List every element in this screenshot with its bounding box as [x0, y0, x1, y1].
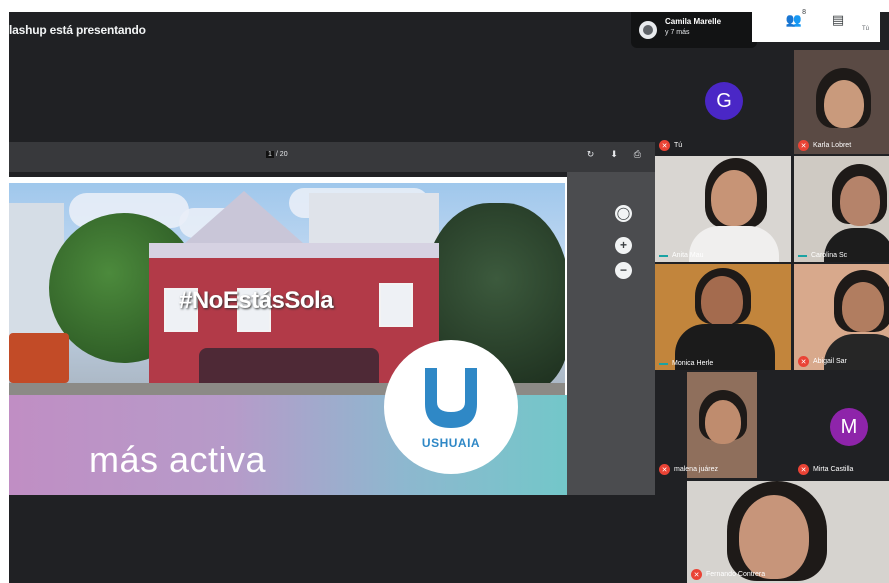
participant-tile[interactable]: ✕ Karla Lobret [794, 50, 889, 154]
zoom-out-icon[interactable]: − [615, 262, 632, 279]
presentation-area: 1/ 20 ↻ ⬇ ⎙ #NoEstásSola más activa USHU… [9, 50, 655, 583]
participant-tile[interactable]: ✕ malena juárez [655, 372, 791, 478]
participant-name: Tú [674, 142, 683, 149]
page-indicator: 1/ 20 [266, 151, 288, 158]
participant-name: Karla Lobret [813, 142, 852, 149]
participant-avatar: M [830, 408, 868, 446]
presenter-chip-sub: y 7 más [665, 29, 690, 36]
rotate-icon[interactable]: ↻ [587, 149, 595, 160]
speaking-icon [659, 362, 668, 365]
participant-tile[interactable]: Carolina Sc [794, 156, 889, 262]
viewer-side-panel: ◯ + − [567, 172, 655, 495]
presenter-avatar [639, 21, 657, 39]
participant-name: Mirta Castilla [813, 466, 854, 473]
presenter-chip-name: Camila Marelle [665, 17, 722, 26]
participant-tile[interactable]: ✕ Fernando Contrera [687, 481, 889, 583]
participant-name: Abigail Sar [813, 358, 847, 365]
participant-name: malena juárez [674, 466, 718, 473]
participant-tile[interactable]: ✕ Abigail Sar [794, 264, 889, 370]
ushuaia-logo: USHUAIA [384, 340, 518, 474]
participant-tile-you[interactable]: G ✕ Tú [655, 50, 791, 154]
speaking-icon [798, 254, 807, 257]
presentation-slide: #NoEstásSola más activa USHUAIA [9, 177, 567, 495]
chat-icon[interactable]: ▤ [824, 6, 852, 34]
mic-off-icon: ✕ [691, 569, 702, 580]
logo-text: USHUAIA [421, 436, 481, 450]
slide-hashtag: #NoEstásSola [179, 287, 334, 314]
participant-name: Monica Herle [672, 360, 714, 367]
meet-window: lashup está presentando Camila Marelle y… [9, 12, 889, 583]
fit-page-icon[interactable]: ◯ [615, 205, 632, 222]
participant-tile[interactable]: M ✕ Mirta Castilla [794, 372, 889, 478]
participant-avatar: G [705, 82, 743, 120]
participant-tile[interactable]: Anita Mau [655, 156, 791, 262]
people-icon[interactable]: 👥 8 [780, 6, 808, 34]
participant-name: Carolina Sc [811, 252, 848, 259]
mic-off-icon: ✕ [659, 140, 670, 151]
presenter-chip[interactable]: Camila Marelle y 7 más [631, 12, 757, 48]
self-label: Tú [862, 26, 870, 32]
top-right-controls: 👥 8 ▤ Tú [752, 0, 880, 42]
print-icon[interactable]: ⎙ [634, 149, 641, 160]
speaking-icon [659, 254, 668, 257]
participant-tile[interactable]: Monica Herle [655, 264, 791, 370]
slide-banner-text: más activa [89, 439, 267, 480]
viewer-toolbar: 1/ 20 ↻ ⬇ ⎙ [9, 142, 655, 172]
participant-name: Anita Mau [672, 252, 704, 259]
presenting-label: lashup está presentando [9, 23, 146, 37]
participant-name: Fernando Contrera [706, 571, 766, 578]
download-icon[interactable]: ⬇ [610, 149, 618, 160]
mic-off-icon: ✕ [798, 140, 809, 151]
zoom-in-icon[interactable]: + [615, 237, 632, 254]
mic-off-icon: ✕ [659, 464, 670, 475]
mic-off-icon: ✕ [798, 356, 809, 367]
mic-off-icon: ✕ [798, 464, 809, 475]
